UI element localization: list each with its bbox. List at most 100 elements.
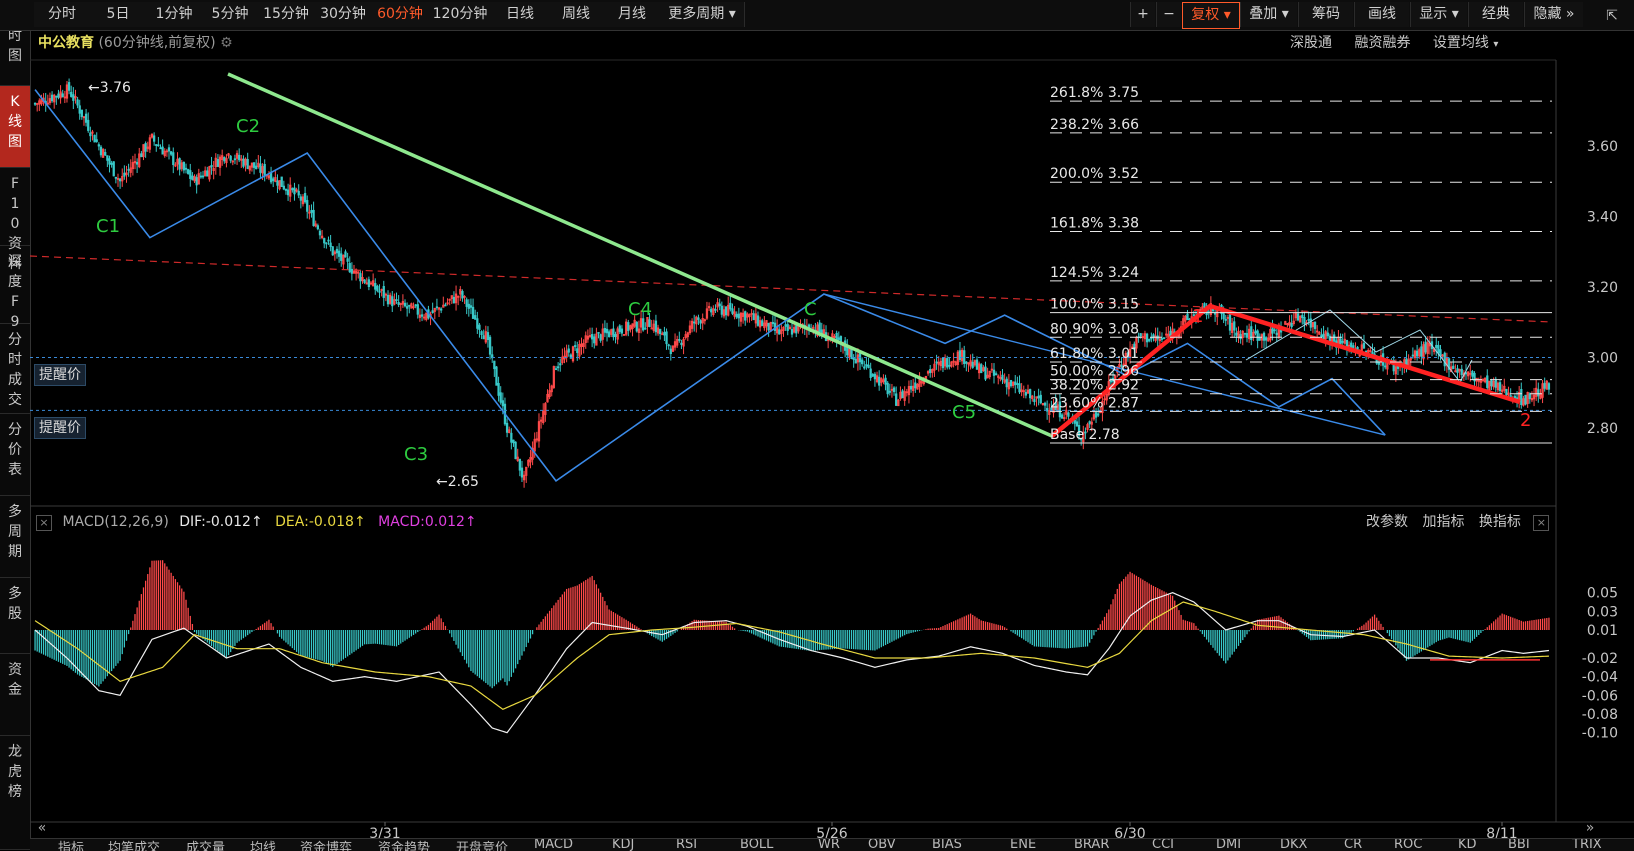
- wave-label: C5: [952, 402, 976, 423]
- candle-body: [752, 313, 755, 321]
- close-icon[interactable]: ×: [1533, 515, 1550, 531]
- low-price-label: ←2.65: [436, 474, 479, 490]
- candle-body: [861, 359, 864, 365]
- candle-body: [1494, 378, 1497, 388]
- macd-dea: DEA:-0.018: [275, 514, 354, 530]
- candle-body: [471, 306, 475, 319]
- candle-body: [95, 139, 98, 142]
- candle-body: [416, 304, 419, 315]
- fib-level-label: 80.90% 3.08: [1050, 321, 1139, 337]
- add-indicator-button[interactable]: 加指标: [1422, 514, 1464, 530]
- indicator-tab[interactable]: KDJ: [612, 839, 634, 851]
- candle-body: [1460, 368, 1463, 376]
- candle-body: [55, 95, 58, 98]
- candle-body: [1228, 314, 1232, 331]
- indicator-tab[interactable]: ROC: [1394, 839, 1422, 851]
- candle-body: [659, 328, 662, 335]
- fib-level-label: 261.8% 3.75: [1050, 85, 1139, 101]
- candle-body: [1528, 393, 1531, 400]
- candle-body: [1088, 421, 1091, 425]
- candle-body: [1303, 316, 1306, 325]
- indicator-tab[interactable]: BBI: [1508, 839, 1530, 851]
- indicator-tab[interactable]: 均线: [250, 839, 276, 851]
- indicator-tab[interactable]: CCI: [1152, 839, 1174, 851]
- candle-body: [1411, 354, 1415, 357]
- indicator-tab[interactable]: 均笔成交: [108, 839, 160, 851]
- indicator-tabs: 指标 均笔成交 成交量 均线 资金博弈 资金趋势 开盘竞价 MACD KDJ RSI BOLL WR O…: [30, 838, 1634, 851]
- indicator-tab[interactable]: DKX: [1280, 839, 1307, 851]
- switch-indicator-button[interactable]: 换指标: [1479, 514, 1521, 530]
- indicator-tab[interactable]: CR: [1344, 839, 1362, 851]
- indicator-tab[interactable]: OBV: [868, 839, 896, 851]
- candle-body: [1239, 334, 1242, 340]
- macd-buttons: 改参数 加指标 换指标 ×: [1366, 512, 1550, 532]
- candle-body: [469, 305, 473, 308]
- indicator-tab[interactable]: 开盘竞价: [456, 839, 508, 851]
- indicator-tab[interactable]: BOLL: [740, 839, 773, 851]
- indicator-tab[interactable]: RSI: [676, 839, 697, 851]
- candle-body: [340, 253, 343, 261]
- candle-body: [714, 308, 717, 311]
- candle-body: [837, 337, 840, 340]
- candle-body: [89, 132, 92, 137]
- indicator-tab[interactable]: TRIX: [1572, 839, 1602, 851]
- macd-name[interactable]: MACD(12,26,9): [62, 514, 168, 530]
- candle-body: [303, 193, 307, 203]
- remind-price-tag[interactable]: 提醒价: [34, 417, 86, 439]
- candle-body: [1339, 338, 1342, 345]
- candle-body: [187, 169, 190, 174]
- chart-canvas[interactable]: 261.8% 3.75 238.2% 3.66 200.0% 3.52 161.8% …: [0, 0, 1634, 850]
- candle-body: [348, 263, 351, 273]
- candle-body: [1245, 333, 1249, 338]
- indicator-tab[interactable]: 指标: [58, 839, 84, 851]
- change-params-button[interactable]: 改参数: [1366, 514, 1408, 530]
- candle-body: [1524, 394, 1527, 405]
- candle-body: [1139, 333, 1142, 337]
- macd-dif: DIF:-0.012: [179, 514, 251, 530]
- candle-body: [1471, 370, 1474, 377]
- candle-body: [344, 251, 347, 258]
- candle-body: [172, 152, 175, 166]
- candle-body: [325, 242, 328, 245]
- indicator-tab[interactable]: WR: [818, 839, 840, 851]
- macd-tick-label: 0.01: [1587, 623, 1618, 639]
- candle-body: [108, 158, 111, 165]
- indicator-tab[interactable]: MACD: [534, 839, 573, 851]
- candle-body: [406, 306, 409, 309]
- indicator-tab[interactable]: 资金博弈: [300, 839, 352, 851]
- fib-level-label: 200.0% 3.52: [1050, 166, 1139, 182]
- candle-body: [884, 377, 887, 385]
- candle-body: [238, 154, 241, 161]
- candle-body: [520, 467, 524, 478]
- candle-body: [909, 385, 913, 390]
- candle-body: [618, 325, 621, 332]
- candle-body: [327, 239, 330, 242]
- candle-body: [291, 188, 294, 191]
- kline-layer: 261.8% 3.75 238.2% 3.66 200.0% 3.52 161.8% …: [29, 72, 1553, 490]
- candle-body: [614, 334, 617, 337]
- candle-body: [1067, 412, 1070, 417]
- indicator-tab[interactable]: BIAS: [932, 839, 962, 851]
- candle-body: [1420, 346, 1423, 357]
- candle-body: [93, 134, 96, 143]
- candle-body: [729, 302, 732, 310]
- indicator-tab[interactable]: 资金趋势: [378, 839, 430, 851]
- candle-body: [478, 324, 481, 331]
- candle-body: [297, 190, 300, 196]
- indicator-tab[interactable]: BRAR: [1074, 839, 1109, 851]
- candle-body: [80, 109, 83, 118]
- candle-body: [476, 318, 479, 329]
- candle-body: [386, 294, 390, 305]
- indicator-tab[interactable]: KD: [1458, 839, 1477, 851]
- candle-body: [359, 273, 362, 282]
- indicator-tab[interactable]: 成交量: [186, 839, 225, 851]
- candle-body: [420, 314, 424, 317]
- remind-price-tag[interactable]: 提醒价: [34, 364, 86, 386]
- indicator-tab[interactable]: DMI: [1216, 839, 1241, 851]
- candle-body: [980, 364, 983, 374]
- close-icon[interactable]: ×: [36, 515, 52, 531]
- candle-body: [644, 327, 647, 330]
- candle-body: [871, 374, 874, 377]
- candle-body: [559, 363, 562, 366]
- indicator-tab[interactable]: ENE: [1010, 839, 1036, 851]
